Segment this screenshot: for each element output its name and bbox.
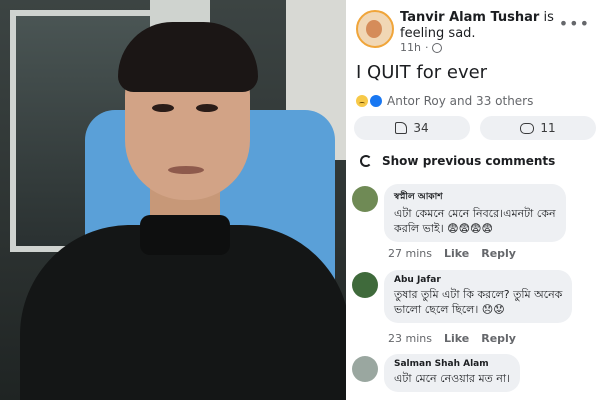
reactions-text: Antor Roy and 33 others xyxy=(387,94,534,108)
comment-button[interactable]: 11 xyxy=(480,116,596,140)
like-button[interactable]: 34 xyxy=(354,116,470,140)
author-line: Tanvir Alam Tushar is feeling sad. xyxy=(400,10,570,42)
comment: Salman Shah Alam এটা মেনে নেওয়ার মত না। xyxy=(352,354,520,392)
like-count: 34 xyxy=(413,121,429,135)
comment-actions: 27 mins Like Reply xyxy=(388,247,516,260)
show-previous-label: Show previous comments xyxy=(382,154,556,168)
comment-time: 23 mins xyxy=(388,332,432,345)
photo-eye-right xyxy=(196,104,218,112)
comment-text: এটা মেনে নেওয়ার মত না। xyxy=(394,372,510,385)
commenter-name[interactable]: Salman Shah Alam xyxy=(394,359,510,369)
screenshot: Tanvir Alam Tushar is feeling sad. 11h ·… xyxy=(0,0,600,400)
comment-bubble: Abu Jafar তুষার তুমি এটা কি করলে? তুমি অ… xyxy=(384,270,573,323)
reactions-summary[interactable]: Antor Roy and 33 others xyxy=(356,94,533,108)
refresh-icon xyxy=(360,155,372,167)
comment-bubble: স্বপ্নীল আকাশ এটা কেমনে মেনে নিবরে।এমনটা… xyxy=(384,184,566,242)
post-text: I QUIT for ever xyxy=(356,62,488,83)
like-reaction-icon xyxy=(369,94,383,108)
photo-eye-left xyxy=(152,104,174,112)
photo-collar xyxy=(140,215,230,255)
comment-text: এটা কেমনে মেনে নিবরে।এমনটা কেন করলি ভাই।… xyxy=(394,207,556,235)
profile-photo xyxy=(0,0,346,400)
comment: স্বপ্নীল আকাশ এটা কেমনে মেনে নিবরে।এমনটা… xyxy=(352,184,566,242)
more-icon[interactable]: ••• xyxy=(559,14,590,33)
comment-actions: 23 mins Like Reply xyxy=(388,332,516,345)
photo-hair xyxy=(118,22,258,92)
comment-text: তুষার তুমি এটা কি করলে? তুমি অনেক ভালো ছ… xyxy=(394,288,563,316)
post-meta: 11h · xyxy=(400,41,443,54)
comment: Abu Jafar তুষার তুমি এটা কি করলে? তুমি অ… xyxy=(352,270,573,323)
author-avatar[interactable] xyxy=(356,10,394,48)
globe-icon xyxy=(432,42,443,53)
post-header: Tanvir Alam Tushar is feeling sad. 11h ·… xyxy=(356,8,594,58)
comment-reply-button[interactable]: Reply xyxy=(481,332,516,345)
commenter-name[interactable]: Abu Jafar xyxy=(394,275,562,285)
photo-mouth xyxy=(168,166,204,174)
post-actions: 34 11 xyxy=(354,116,596,140)
comment-count: 11 xyxy=(540,121,556,135)
post-time[interactable]: 11h xyxy=(400,41,421,54)
facebook-post-panel: Tanvir Alam Tushar is feeling sad. 11h ·… xyxy=(346,0,600,400)
meta-dot: · xyxy=(424,41,429,54)
commenter-avatar[interactable] xyxy=(352,272,378,298)
commenter-avatar[interactable] xyxy=(352,186,378,212)
author-name[interactable]: Tanvir Alam Tushar xyxy=(400,10,539,25)
comment-icon xyxy=(520,122,535,134)
thumb-icon xyxy=(395,122,408,134)
commenter-name[interactable]: স্বপ্নীল আকাশ xyxy=(394,189,556,204)
comment-reply-button[interactable]: Reply xyxy=(481,247,516,260)
show-previous-comments[interactable]: Show previous comments xyxy=(360,154,555,168)
comment-bubble: Salman Shah Alam এটা মেনে নেওয়ার মত না। xyxy=(384,354,520,392)
sad-reaction-icon xyxy=(356,95,368,107)
comment-like-button[interactable]: Like xyxy=(444,247,469,260)
commenter-avatar[interactable] xyxy=(352,356,378,382)
comment-time: 27 mins xyxy=(388,247,432,260)
comment-like-button[interactable]: Like xyxy=(444,332,469,345)
